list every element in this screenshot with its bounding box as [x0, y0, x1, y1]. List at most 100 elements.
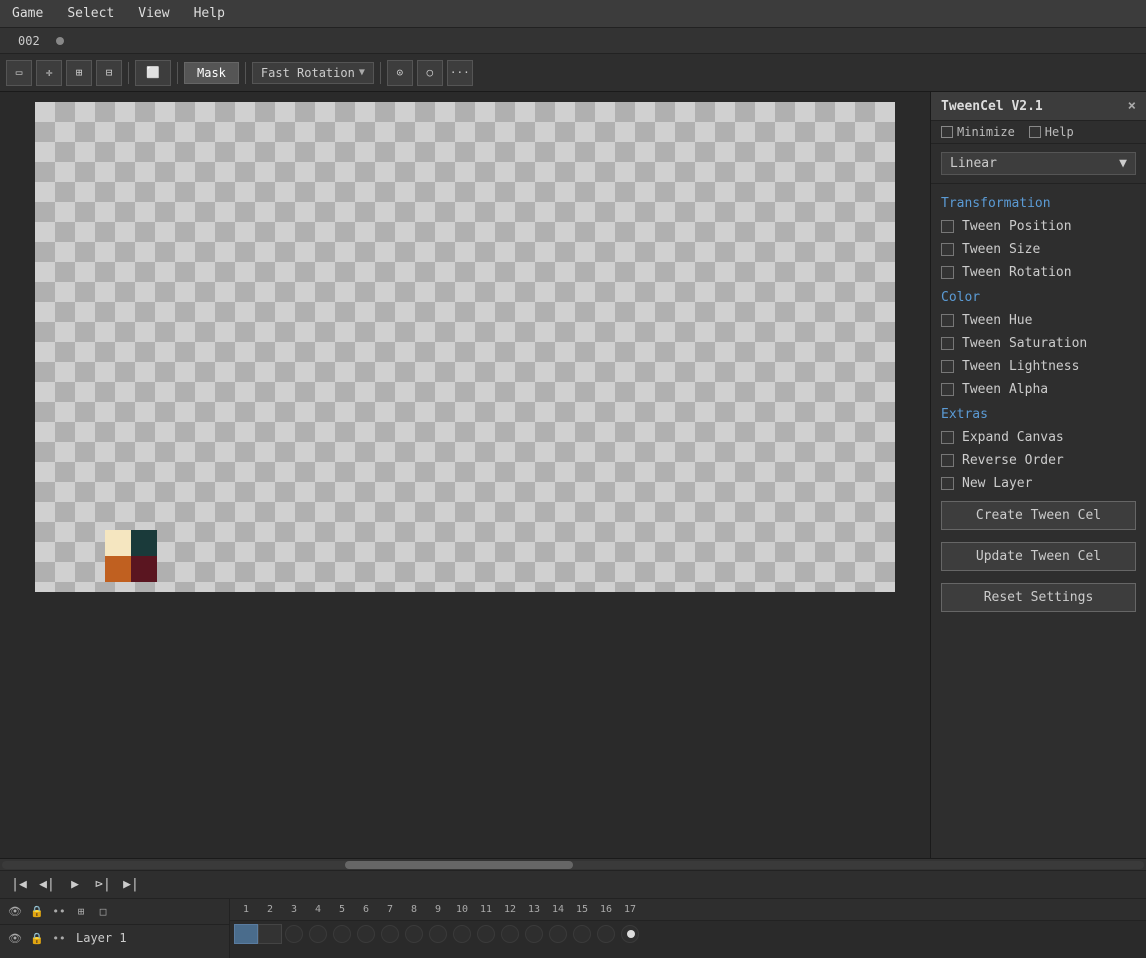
- tween-hue-row: Tween Hue: [941, 311, 1136, 330]
- tween-position-checkbox[interactable]: [941, 220, 954, 233]
- link-icon[interactable]: ⊞: [72, 903, 90, 921]
- layer-prop-icon[interactable]: ••: [50, 929, 68, 947]
- go-to-start-button[interactable]: |◀: [8, 874, 30, 896]
- square-icon[interactable]: □: [94, 903, 112, 921]
- frame-cell-11[interactable]: [477, 925, 495, 943]
- tween-saturation-label: Tween Saturation: [962, 336, 1087, 351]
- go-to-end-button[interactable]: ▶|: [120, 874, 142, 896]
- menu-view[interactable]: View: [134, 4, 173, 23]
- minimize-checkbox[interactable]: [941, 126, 953, 138]
- frame-cells-row: [230, 921, 1146, 947]
- toolbar-move[interactable]: ✛: [36, 60, 62, 86]
- frame-num-16: 16: [594, 904, 618, 915]
- tween-position-label: Tween Position: [962, 219, 1072, 234]
- frame-cell-8[interactable]: [405, 925, 423, 943]
- frame-cell-6[interactable]: [357, 925, 375, 943]
- help-checkbox[interactable]: [1029, 126, 1041, 138]
- scrollbar-thumb[interactable]: [345, 861, 573, 869]
- play-button[interactable]: ▶: [64, 874, 86, 896]
- tween-alpha-label: Tween Alpha: [962, 382, 1048, 397]
- lock-icon[interactable]: 🔒: [28, 903, 46, 921]
- panel-close-button[interactable]: ×: [1128, 98, 1136, 114]
- menu-help[interactable]: Help: [190, 4, 229, 23]
- interpolation-dropdown[interactable]: Linear ▼: [941, 152, 1136, 175]
- toolbar-grid[interactable]: ⊟: [96, 60, 122, 86]
- timeline-scrollbar[interactable]: [0, 859, 1146, 871]
- play-loop-button[interactable]: ⊳|: [92, 874, 114, 896]
- frame-cell-17[interactable]: [621, 925, 639, 943]
- frame-cell-4[interactable]: [309, 925, 327, 943]
- frame-num-10: 10: [450, 904, 474, 915]
- menu-select[interactable]: Select: [63, 4, 118, 23]
- new-layer-row: New Layer: [941, 474, 1136, 493]
- frame-cell-14[interactable]: [549, 925, 567, 943]
- menu-game[interactable]: Game: [8, 4, 47, 23]
- expand-canvas-label: Expand Canvas: [962, 430, 1064, 445]
- canvas-area[interactable]: [0, 92, 930, 858]
- bottom-panel: |◀ ◀| ▶ ⊳| ▶| 👁 🔒 •• ⊞ □ 👁 🔒 •• Layer 1: [0, 858, 1146, 958]
- frame-area: 1 2 3 4 5 6 7 8 9 10 11 12 13 14 15 16 1…: [230, 899, 1146, 958]
- reset-settings-button[interactable]: Reset Settings: [941, 583, 1136, 612]
- frame-cell-2[interactable]: [258, 924, 282, 944]
- reverse-order-checkbox[interactable]: [941, 454, 954, 467]
- tween-hue-checkbox[interactable]: [941, 314, 954, 327]
- toolbar-rect-select[interactable]: ▭: [6, 60, 32, 86]
- tween-rotation-row: Tween Rotation: [941, 263, 1136, 282]
- tween-rotation-checkbox[interactable]: [941, 266, 954, 279]
- frame-cell-7[interactable]: [381, 925, 399, 943]
- tween-lightness-checkbox[interactable]: [941, 360, 954, 373]
- frame-cell-13[interactable]: [525, 925, 543, 943]
- toolbar-circle[interactable]: ○: [417, 60, 443, 86]
- frame-cell-9[interactable]: [429, 925, 447, 943]
- tween-hue-label: Tween Hue: [962, 313, 1032, 328]
- menubar: Game Select View Help: [0, 0, 1146, 28]
- frame-num-13: 13: [522, 904, 546, 915]
- checkerboard-canvas[interactable]: [35, 102, 895, 592]
- new-layer-checkbox[interactable]: [941, 477, 954, 490]
- frame-cell-15[interactable]: [573, 925, 591, 943]
- prev-frame-button[interactable]: ◀|: [36, 874, 58, 896]
- help-option[interactable]: Help: [1029, 125, 1074, 139]
- eye-icon[interactable]: 👁: [6, 903, 24, 921]
- dots-icon[interactable]: ••: [50, 903, 68, 921]
- layer-eye-icon[interactable]: 👁: [6, 929, 24, 947]
- frame-cell-12[interactable]: [501, 925, 519, 943]
- tween-saturation-checkbox[interactable]: [941, 337, 954, 350]
- frame-cell-3[interactable]: [285, 925, 303, 943]
- frame-num-12: 12: [498, 904, 522, 915]
- layer-lock-icon[interactable]: 🔒: [28, 929, 46, 947]
- frame-num-8: 8: [402, 904, 426, 915]
- toolbar-sep-4: [380, 62, 381, 84]
- expand-canvas-row: Expand Canvas: [941, 428, 1136, 447]
- frame-num-7: 7: [378, 904, 402, 915]
- toolbar-dots[interactable]: ···: [447, 60, 473, 86]
- toolbar-transform[interactable]: ⊞: [66, 60, 92, 86]
- tab-label[interactable]: 002: [8, 32, 50, 50]
- frame-num-11: 11: [474, 904, 498, 915]
- frame-cell-16[interactable]: [597, 925, 615, 943]
- toolbar-select-rect[interactable]: ⬜: [135, 60, 171, 86]
- mask-button[interactable]: Mask: [184, 62, 239, 84]
- toolbar-sep-3: [245, 62, 246, 84]
- create-tween-cel-button[interactable]: Create Tween Cel: [941, 501, 1136, 530]
- minimize-option[interactable]: Minimize: [941, 125, 1015, 139]
- frame-cell-5[interactable]: [333, 925, 351, 943]
- toolbar-sep-2: [177, 62, 178, 84]
- panel-options-row: Minimize Help: [931, 121, 1146, 144]
- update-tween-cel-button[interactable]: Update Tween Cel: [941, 542, 1136, 571]
- tween-alpha-checkbox[interactable]: [941, 383, 954, 396]
- rotation-dropdown[interactable]: Fast Rotation ▼: [252, 62, 374, 84]
- tweencel-panel: TweenCel V2.1 × Minimize Help Linear ▼ T…: [930, 92, 1146, 858]
- toolbar-camera[interactable]: ⊙: [387, 60, 413, 86]
- frame-cell-10[interactable]: [453, 925, 471, 943]
- layer-controls-header: 👁 🔒 •• ⊞ □: [0, 899, 229, 925]
- interpolation-value: Linear: [950, 156, 997, 171]
- canvas-wrapper[interactable]: [35, 102, 895, 592]
- frame-cell-1[interactable]: [234, 924, 258, 944]
- expand-canvas-checkbox[interactable]: [941, 431, 954, 444]
- frame-numbers-row: 1 2 3 4 5 6 7 8 9 10 11 12 13 14 15 16 1…: [230, 899, 1146, 921]
- main-area: TweenCel V2.1 × Minimize Help Linear ▼ T…: [0, 92, 1146, 858]
- layer-1-row[interactable]: 👁 🔒 •• Layer 1: [0, 925, 229, 951]
- tween-size-checkbox[interactable]: [941, 243, 954, 256]
- tween-position-row: Tween Position: [941, 217, 1136, 236]
